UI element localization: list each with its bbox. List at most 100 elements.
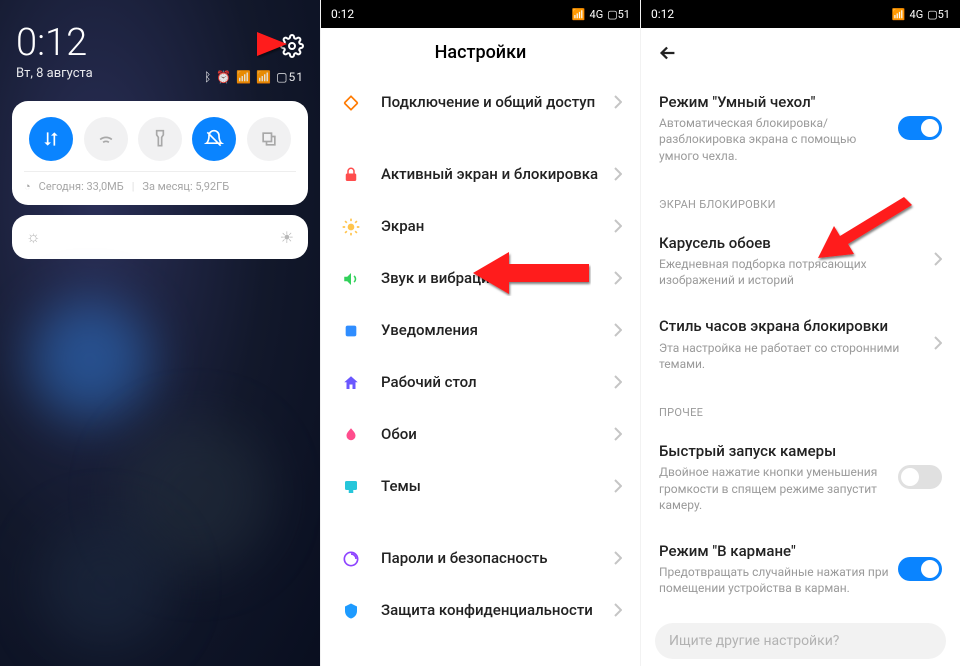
wallpaper-blur — [30, 300, 150, 420]
toggle-switch[interactable] — [898, 116, 942, 140]
toggle-row — [24, 113, 296, 171]
settings-detail-item[interactable]: Режим "В кармане" Предотвращать случайны… — [641, 527, 960, 611]
home-icon — [339, 371, 363, 395]
network-label: 4G — [910, 8, 924, 21]
toggle-switch[interactable] — [898, 557, 942, 581]
security-icon — [339, 547, 363, 571]
signal-icon: 📶 — [236, 70, 252, 84]
item-title: Быстрый запуск камеры — [659, 441, 892, 461]
brightness-slider[interactable]: ☼ ☀ — [12, 215, 308, 259]
chevron-right-icon — [934, 335, 942, 354]
settings-item-label: Подключение и общий доступ — [381, 93, 614, 113]
item-text: Стиль часов экрана блокировки Эта настро… — [659, 316, 934, 372]
status-time: 0:12 — [651, 7, 674, 21]
settings-item-label: Активный экран и блокировка — [381, 165, 614, 185]
sound-icon — [339, 267, 363, 291]
item-description: Предотвращать случайные нажатия при поме… — [659, 564, 892, 596]
lock-screen-settings-panel: 0:12 📶 4G ▢51 Режим "Умный чехол" Автома… — [640, 0, 960, 666]
item-description: Двойное нажатие кнопки уменьшения громко… — [659, 464, 892, 513]
chevron-right-icon — [614, 426, 622, 445]
settings-item[interactable]: Экран — [321, 201, 640, 253]
notif-icon — [339, 319, 363, 343]
dnd-toggle[interactable] — [192, 117, 236, 161]
wallpaper-icon — [339, 423, 363, 447]
battery-icon: ▢51 — [927, 8, 950, 21]
settings-item-label: Уведомления — [381, 321, 614, 341]
chevron-right-icon — [614, 166, 622, 185]
share-icon — [339, 91, 363, 115]
settings-item[interactable]: Пароли и безопасность — [321, 533, 640, 585]
privacy-icon — [339, 599, 363, 623]
section-header: ПРОЧЕЕ — [641, 386, 960, 427]
settings-item[interactable]: Защита конфиденциальности — [321, 585, 640, 637]
tutorial-arrow — [195, 24, 290, 64]
item-title: Режим "В кармане" — [659, 541, 892, 561]
chevron-right-icon — [614, 94, 622, 113]
sun-dim-icon: ☼ — [26, 227, 41, 247]
battery-icon: ▢51 — [276, 70, 304, 84]
chart-icon: ◔ — [24, 180, 31, 193]
battery-icon: ▢51 — [607, 8, 630, 21]
toggle-switch[interactable] — [898, 465, 942, 489]
settings-item-label: Обои — [381, 425, 614, 445]
chevron-right-icon — [614, 602, 622, 621]
item-text: Режим "В кармане" Предотвращать случайны… — [659, 541, 898, 597]
sun-icon — [339, 215, 363, 239]
bluetooth-icon: ᛒ — [204, 70, 212, 84]
chevron-right-icon — [614, 478, 622, 497]
tutorial-arrow — [816, 193, 916, 263]
item-text: Режим "Умный чехол" Автоматическая блоки… — [659, 92, 898, 164]
search-box[interactable]: Ищите другие настройки? — [655, 623, 946, 659]
settings-item[interactable]: Темы — [321, 461, 640, 513]
back-button[interactable] — [657, 42, 679, 64]
item-text: Быстрый запуск камеры Двойное нажатие кн… — [659, 441, 898, 513]
notification-shade-panel: 0:12 Вт, 8 августа ᛒ ⏰ 📶 📶 ▢51 ◔ Сегодня… — [0, 0, 320, 666]
network-label: 4G — [590, 8, 604, 21]
signal-icon: 📶 — [572, 8, 586, 21]
status-time: 0:12 — [331, 7, 354, 21]
settings-item[interactable]: Уведомления — [321, 305, 640, 357]
chevron-right-icon — [614, 374, 622, 393]
item-description: Автоматическая блокировка/разблокировка … — [659, 115, 892, 164]
wallpaper-blur — [40, 520, 170, 650]
settings-item-label: Пароли и безопасность — [381, 549, 614, 569]
chevron-right-icon — [614, 270, 622, 289]
wifi-toggle[interactable] — [84, 117, 128, 161]
settings-item[interactable]: Активный экран и блокировка — [321, 149, 640, 201]
settings-item-label: Экран — [381, 217, 614, 237]
settings-detail-item[interactable]: Стиль часов экрана блокировки Эта настро… — [641, 302, 960, 386]
data-usage-row[interactable]: ◔ Сегодня: 33,0МБ | За месяц: 5,92ГБ — [24, 171, 296, 193]
themes-icon — [339, 475, 363, 499]
settings-detail-list: Режим "Умный чехол" Автоматическая блоки… — [641, 78, 960, 611]
sun-bright-icon: ☀ — [280, 228, 294, 247]
settings-item[interactable]: Подключение и общий доступ — [321, 77, 640, 129]
settings-item[interactable]: Рабочий стол — [321, 357, 640, 409]
status-icons: ᛒ ⏰ 📶 📶 ▢51 — [204, 70, 304, 84]
back-header — [641, 28, 960, 78]
settings-item-label: Защита конфиденциальности — [381, 601, 614, 621]
status-bar: 0:12 📶 4G ▢51 — [641, 0, 960, 28]
settings-list: Подключение и общий доступ Активный экра… — [321, 77, 640, 637]
chevron-right-icon — [614, 218, 622, 237]
quick-toggles-card: ◔ Сегодня: 33,0МБ | За месяц: 5,92ГБ — [12, 101, 308, 205]
lock-icon — [339, 163, 363, 187]
alarm-icon: ⏰ — [216, 70, 232, 84]
data-toggle[interactable] — [29, 117, 73, 161]
signal-icon: 📶 — [892, 8, 906, 21]
settings-detail-item[interactable]: Быстрый запуск камеры Двойное нажатие кн… — [641, 427, 960, 527]
item-description: Эта настройка не работает со сторонними … — [659, 340, 928, 372]
settings-title: Настройки — [321, 28, 640, 77]
settings-detail-item[interactable]: Режим "Умный чехол" Автоматическая блоки… — [641, 78, 960, 178]
screenshot-toggle[interactable] — [247, 117, 291, 161]
flashlight-toggle[interactable] — [138, 117, 182, 161]
chevron-right-icon — [934, 251, 942, 270]
settings-item-label: Рабочий стол — [381, 373, 614, 393]
tutorial-arrow — [471, 250, 591, 296]
signal-icon: 📶 — [256, 70, 272, 84]
item-title: Режим "Умный чехол" — [659, 92, 892, 112]
settings-root-panel: 0:12 📶 4G ▢51 Настройки Подключение и об… — [320, 0, 640, 666]
chevron-right-icon — [614, 550, 622, 569]
settings-item[interactable]: Обои — [321, 409, 640, 461]
item-title: Стиль часов экрана блокировки — [659, 316, 928, 336]
chevron-right-icon — [614, 322, 622, 341]
